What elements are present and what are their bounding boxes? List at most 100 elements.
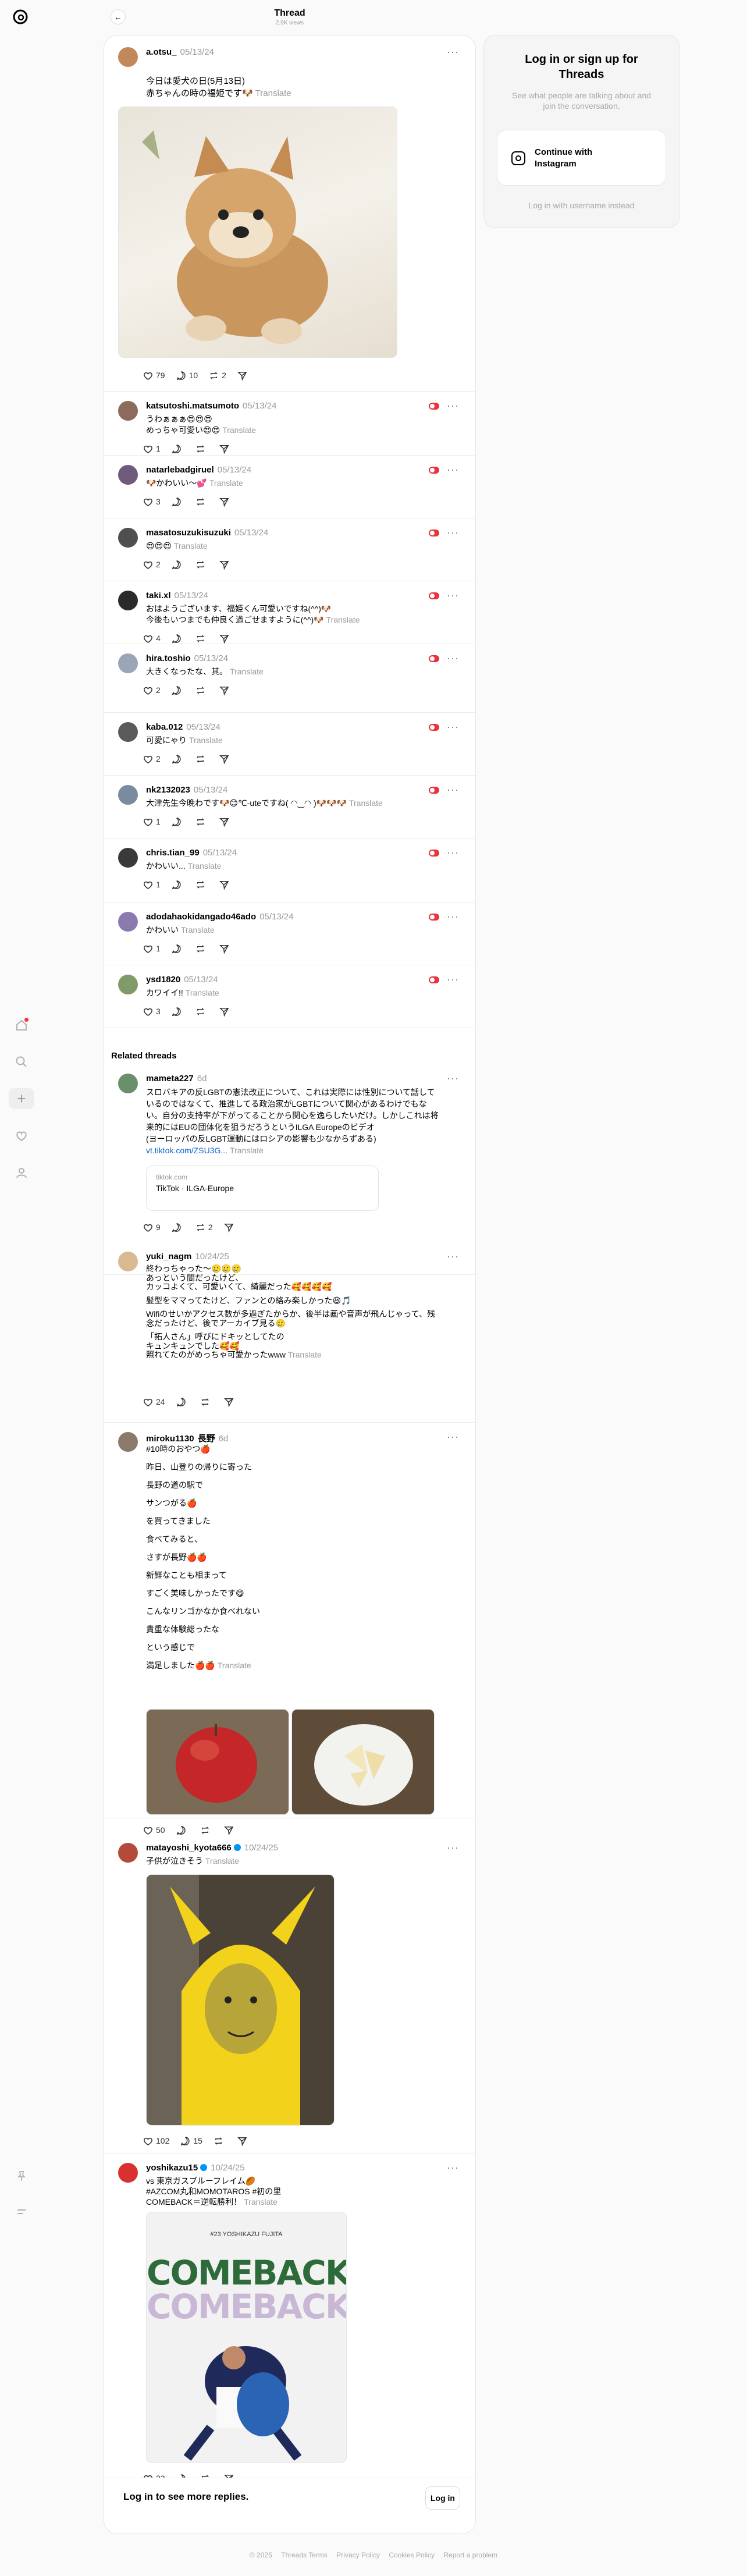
more-icon[interactable]: ··· bbox=[447, 464, 459, 476]
menu-icon[interactable] bbox=[13, 2203, 30, 2220]
reply-button[interactable] bbox=[171, 1006, 184, 1017]
like-button[interactable]: 3 bbox=[143, 1006, 161, 1017]
like-button[interactable]: 2 bbox=[143, 754, 161, 765]
continue-with-instagram-button[interactable]: Continue with Instagram bbox=[497, 130, 666, 186]
more-icon[interactable]: ··· bbox=[447, 1072, 459, 1085]
plus-icon[interactable]: + bbox=[9, 1088, 34, 1109]
repost-button[interactable] bbox=[195, 443, 208, 454]
post-date[interactable]: 6d bbox=[219, 1434, 229, 1444]
share-button[interactable] bbox=[223, 1222, 237, 1233]
like-button[interactable]: 4 bbox=[143, 633, 161, 644]
reply-button[interactable] bbox=[171, 496, 184, 507]
pikachu-hoodie-photo[interactable] bbox=[146, 1874, 335, 2126]
profile-icon[interactable] bbox=[13, 1164, 30, 1181]
reply-button[interactable] bbox=[171, 816, 184, 827]
avatar[interactable] bbox=[118, 1252, 138, 1271]
repost-button[interactable]: 2 bbox=[195, 1222, 213, 1233]
username[interactable]: taki.xl bbox=[146, 591, 171, 601]
reply-button[interactable]: 10 bbox=[176, 370, 198, 381]
pin-icon[interactable] bbox=[13, 2168, 30, 2185]
link-card[interactable]: tiktok.com TikTok · ILGA-Europe bbox=[146, 1166, 379, 1211]
repost-button[interactable] bbox=[195, 943, 208, 954]
username[interactable]: hira.toshio bbox=[146, 653, 191, 663]
rugby-poster-photo[interactable]: #23 YOSHIKAZU FUJITA COMEBACK COMEBACK bbox=[146, 2212, 347, 2463]
more-icon[interactable]: ··· bbox=[447, 911, 459, 923]
repost-button[interactable] bbox=[195, 879, 208, 890]
username[interactable]: nk2132023 bbox=[146, 785, 190, 795]
translate-link[interactable]: Translate bbox=[209, 478, 243, 488]
footer-link-cookies[interactable]: Cookies Policy bbox=[389, 2551, 435, 2559]
username[interactable]: a.otsu_ bbox=[146, 47, 177, 57]
reply-button[interactable] bbox=[171, 685, 184, 696]
username[interactable]: natarlebadgiruel bbox=[146, 465, 214, 475]
translate-link[interactable]: Translate bbox=[230, 1146, 264, 1155]
reply-button[interactable] bbox=[171, 754, 184, 765]
reply-button[interactable] bbox=[176, 1397, 189, 1408]
avatar[interactable] bbox=[118, 975, 138, 994]
more-icon[interactable]: ··· bbox=[447, 784, 459, 796]
more-icon[interactable]: ··· bbox=[447, 400, 459, 412]
repost-button[interactable] bbox=[195, 816, 208, 827]
post-date[interactable]: 05/13/24 bbox=[194, 785, 227, 795]
more-icon[interactable]: ··· bbox=[447, 2162, 459, 2174]
share-button[interactable] bbox=[219, 943, 232, 954]
heart-icon[interactable] bbox=[13, 1127, 30, 1145]
avatar[interactable] bbox=[118, 47, 138, 67]
share-button[interactable] bbox=[219, 496, 232, 507]
share-button[interactable] bbox=[219, 685, 232, 696]
share-button[interactable] bbox=[237, 2136, 250, 2147]
username[interactable]: adodahaokidangado46ado bbox=[146, 912, 256, 922]
like-button[interactable]: 2 bbox=[143, 559, 161, 570]
username[interactable]: masatosuzukisuzuki bbox=[146, 528, 231, 538]
translate-link[interactable]: Translate bbox=[188, 861, 222, 870]
post-link[interactable]: vt.tiktok.com/ZSU3G... bbox=[146, 1146, 227, 1155]
like-button[interactable]: 102 bbox=[143, 2136, 169, 2147]
post-date[interactable]: 6d bbox=[197, 1074, 207, 1083]
like-button[interactable]: 9 bbox=[143, 1222, 161, 1233]
repost-button[interactable] bbox=[195, 559, 208, 570]
threads-logo-icon[interactable] bbox=[12, 8, 29, 26]
share-button[interactable] bbox=[219, 559, 232, 570]
translate-link[interactable]: Translate bbox=[349, 798, 383, 808]
translate-link[interactable]: Translate bbox=[189, 736, 223, 745]
translate-link[interactable]: Translate bbox=[255, 88, 291, 98]
translate-link[interactable]: Translate bbox=[181, 925, 215, 935]
avatar[interactable] bbox=[118, 401, 138, 421]
more-icon[interactable]: ··· bbox=[447, 973, 459, 986]
translate-link[interactable]: Translate bbox=[174, 541, 208, 550]
repost-button[interactable] bbox=[200, 1397, 213, 1408]
translate-link[interactable]: Translate bbox=[222, 425, 256, 435]
username[interactable]: miroku1130 bbox=[146, 1434, 194, 1444]
more-icon[interactable]: ··· bbox=[447, 721, 459, 733]
avatar[interactable] bbox=[118, 1432, 138, 1452]
more-icon[interactable]: ··· bbox=[447, 652, 459, 665]
username[interactable]: kaba.012 bbox=[146, 722, 183, 732]
home-icon[interactable] bbox=[13, 1017, 30, 1034]
avatar[interactable] bbox=[118, 722, 138, 742]
username[interactable]: yoshikazu15 bbox=[146, 2163, 198, 2173]
translate-link[interactable]: Translate bbox=[205, 1856, 239, 1866]
avatar[interactable] bbox=[118, 785, 138, 805]
username[interactable]: chris.tian_99 bbox=[146, 848, 200, 858]
post-date[interactable]: 05/13/24 bbox=[194, 653, 228, 663]
avatar[interactable] bbox=[118, 465, 138, 485]
post-date[interactable]: 10/24/25 bbox=[195, 1252, 229, 1262]
post-date[interactable]: 05/13/24 bbox=[259, 912, 293, 922]
post-date[interactable]: 05/13/24 bbox=[234, 528, 268, 538]
more-icon[interactable]: ··· bbox=[447, 1842, 459, 1854]
post-date[interactable]: 10/24/25 bbox=[211, 2163, 244, 2173]
post-date[interactable]: 05/13/24 bbox=[218, 465, 251, 475]
more-icon[interactable]: ··· bbox=[447, 1431, 459, 1443]
repost-button[interactable] bbox=[213, 2136, 226, 2147]
post-date[interactable]: 05/13/24 bbox=[184, 975, 218, 985]
repost-button[interactable] bbox=[195, 754, 208, 765]
reply-button[interactable] bbox=[171, 1222, 184, 1233]
footer-link-terms[interactable]: Threads Terms bbox=[281, 2551, 328, 2559]
post-date[interactable]: 05/13/24 bbox=[175, 591, 208, 601]
like-button[interactable]: 2 bbox=[143, 685, 161, 696]
avatar[interactable] bbox=[118, 591, 138, 610]
share-button[interactable] bbox=[219, 1006, 232, 1017]
like-button[interactable]: 1 bbox=[143, 443, 161, 454]
post-date[interactable]: 05/13/24 bbox=[180, 47, 214, 57]
like-button[interactable]: 3 bbox=[143, 496, 161, 507]
